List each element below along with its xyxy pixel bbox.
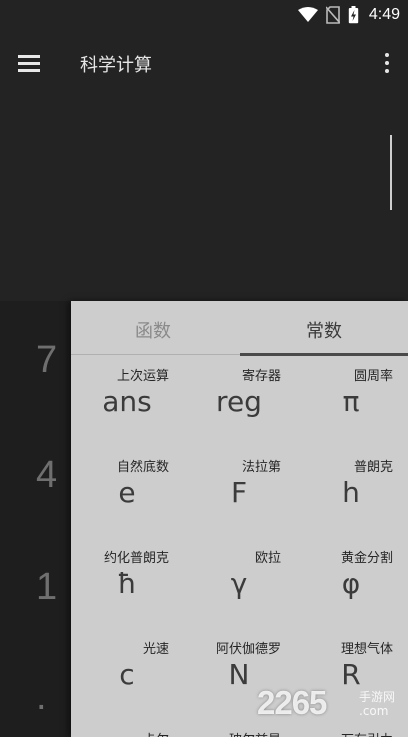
calculator-display[interactable] [0,95,408,301]
constant-label: 欧拉 [254,551,281,566]
no-sim-icon [325,6,340,24]
constant-symbol: φ [341,567,361,600]
watermark-sub2: .com [359,704,389,718]
constant-symbol: e [118,476,136,509]
constant-label: 圆周率 [353,369,393,384]
text-cursor [390,135,392,210]
battery-charging-icon [348,6,359,24]
constant-reduced-planck[interactable]: 约化普朗克 ħ [71,539,183,629]
status-icons: 4:49 [297,6,400,24]
watermark-logo: 2265 [257,684,327,721]
constant-label: 万有引力 [341,729,393,737]
constant-label: 约化普朗克 [103,551,169,566]
constant-label: 寄存器 [241,369,281,384]
constant-label: 普朗克 [353,460,393,475]
constant-symbol: c [119,658,135,691]
constant-faraday[interactable]: 法拉第 F [183,448,295,538]
key-1[interactable]: 1 [36,566,57,609]
status-bar: 4:49 [0,0,408,33]
constant-label: 法拉第 [241,460,281,475]
constant-reg[interactable]: 寄存器 reg [183,357,295,447]
constants-panel: 函数 常数 上次运算 ans 寄存器 reg 圆周率 π 自然底数 e 法拉第 … [71,301,408,737]
tab-functions[interactable]: 函数 [135,317,171,343]
constant-label: 上次运算 [116,369,169,384]
tab-constants[interactable]: 常数 [306,317,342,343]
constant-euler[interactable]: 欧拉 γ [183,539,295,629]
constant-speed-of-light[interactable]: 光速 c [71,630,183,720]
watermark-caption: 手游网 .com [359,690,395,718]
key-decimal[interactable]: . [36,676,47,719]
key-7[interactable]: 7 [36,339,57,382]
hamburger-menu-icon[interactable] [18,55,40,73]
constant-label: 玻尔兹曼 [229,729,281,737]
constant-symbol: ħ [117,567,137,600]
watermark-sub1: 手游网 [359,690,396,704]
app-toolbar: 科学计算 [0,33,408,95]
wifi-icon [297,7,318,22]
constant-pi[interactable]: 圆周率 π [295,357,407,447]
constant-symbol: reg [216,385,262,418]
active-tab-indicator [240,353,408,356]
constant-symbol: π [342,385,360,418]
constant-boltzmann[interactable]: 玻尔兹曼 [183,721,295,737]
constant-ans[interactable]: 上次运算 ans [71,357,183,447]
constant-symbol: γ [230,567,248,600]
constant-symbol: ans [102,385,152,418]
constant-golden-ratio[interactable]: 黄金分割 φ [295,539,407,629]
constant-gravitation[interactable]: 万有引力 [295,721,407,737]
constant-label: 黄金分割 [340,551,393,566]
constant-symbol: h [342,476,360,509]
key-4[interactable]: 4 [36,454,57,497]
constant-kal[interactable]: 卡尔 [71,721,183,737]
constant-label: 理想气体 [340,642,393,657]
constant-label: 阿伏伽德罗 [215,642,281,657]
page-title: 科学计算 [80,55,152,76]
constant-label: 自然底数 [116,460,169,475]
constant-planck[interactable]: 普朗克 h [295,448,407,538]
constant-label: 光速 [142,642,169,657]
status-time: 4:49 [368,6,400,23]
constant-e[interactable]: 自然底数 e [71,448,183,538]
constant-symbol: F [230,476,248,509]
more-options-icon[interactable] [384,53,390,75]
constant-label: 卡尔 [143,729,169,737]
